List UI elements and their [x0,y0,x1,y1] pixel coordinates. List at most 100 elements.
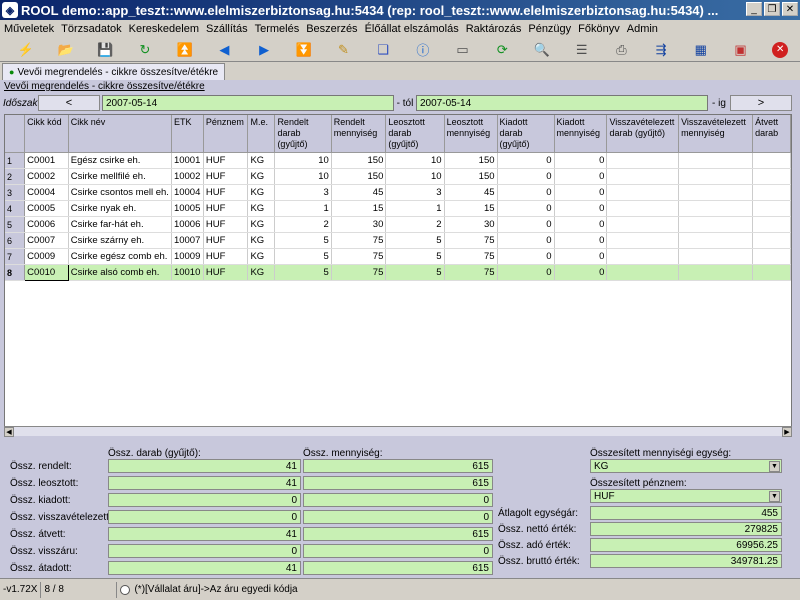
close-window-button[interactable]: ✕ [782,2,798,16]
table-cell[interactable]: C0009 [24,248,69,265]
save-icon[interactable]: 💾 [85,39,125,61]
table-cell[interactable]: 75 [444,248,498,265]
table-cell[interactable]: KG [247,216,276,233]
first-icon[interactable]: ⏫ [165,39,205,61]
table-cell[interactable]: HUF [203,232,249,249]
table-cell[interactable]: C0007 [24,232,69,249]
table-cell[interactable]: 5 [274,232,332,249]
column-header[interactable]: Leosztott darab (gyűjtő) [385,115,445,153]
table-cell[interactable] [606,168,680,185]
table-cell[interactable]: C0005 [24,200,69,217]
column-header[interactable]: M.e. [247,115,276,153]
table-cell[interactable] [606,200,680,217]
scroll-left-icon[interactable]: ◀ [4,427,14,437]
table-cell[interactable]: Csirke alsó comb eh. [68,264,172,281]
date-to-field[interactable]: 2007-05-14 [416,95,708,111]
table-cell[interactable]: 5 [274,264,332,281]
table-cell[interactable]: 75 [444,232,498,249]
menu-item[interactable]: Élőállat elszámolás [365,23,459,35]
list-icon[interactable]: ☰ [562,39,602,61]
menu-item[interactable]: Termelés [255,23,300,35]
table-cell[interactable]: 0 [497,184,555,201]
table-cell[interactable]: 30 [331,216,387,233]
edit-icon[interactable]: ✎ [324,39,364,61]
table-cell[interactable]: 10 [385,168,445,185]
table-cell[interactable]: HUF [203,168,249,185]
table-cell[interactable]: 0 [554,248,608,265]
table-row[interactable]: 4 C0005 Csirke nyak eh. 10005 HUF KG 1 15 1 15 0 0 [5,200,791,217]
table-cell[interactable]: HUF [203,264,249,281]
column-header[interactable]: Kiadott mennyiség [554,115,608,153]
column-header[interactable]: Rendelt darab (gyűjtő) [274,115,332,153]
table-cell[interactable]: 45 [331,184,387,201]
chevron-down-icon[interactable]: ▼ [769,491,780,502]
table-cell[interactable]: 1 [274,200,332,217]
table-cell[interactable]: Csirke szárny eh. [68,232,172,249]
menu-item[interactable]: Szállítás [206,23,248,35]
table-cell[interactable]: Csirke csontos mell eh. [68,184,172,201]
column-header[interactable]: Rendelt mennyiség [331,115,387,153]
table-cell[interactable]: 15 [331,200,387,217]
horizontal-scrollbar[interactable]: ◀ ▶ [4,426,792,437]
column-header[interactable]: Cikk kód [24,115,69,153]
close-icon[interactable]: ✕ [760,39,800,61]
menu-item[interactable]: Raktározás [466,23,522,35]
table-cell[interactable] [678,168,754,185]
table-cell[interactable]: 0 [497,168,555,185]
table-cell[interactable]: 1 [385,200,445,217]
table-row[interactable]: 5 C0006 Csirke far-hát eh. 10006 HUF KG 2 30 2 30… [5,216,791,233]
table-cell[interactable]: 0 [554,200,608,217]
table-row[interactable]: 3 C0004 Csirke csontos mell eh. 10004 HUF KG 3… [5,184,791,201]
table-cell[interactable]: 10002 [171,168,204,185]
table-cell[interactable]: HUF [203,184,249,201]
table-cell[interactable]: 10 [385,152,445,169]
table-cell[interactable]: 0 [554,152,608,169]
sync-icon[interactable]: ⟳ [482,39,522,61]
grid-icon[interactable]: ▦ [681,39,721,61]
menu-item[interactable]: Beszerzés [306,23,357,35]
table-cell[interactable]: 2 [274,216,332,233]
table-cell[interactable]: 0 [554,264,608,281]
table-cell[interactable] [678,216,754,233]
next-icon[interactable]: ▶ [244,39,284,61]
copy-icon[interactable]: ❑ [363,39,403,61]
table-cell[interactable]: 30 [444,216,498,233]
table-cell[interactable]: 5 [274,248,332,265]
table-cell[interactable] [678,200,754,217]
table-cell[interactable]: 10001 [171,152,204,169]
info-icon[interactable]: ⓘ [403,39,443,61]
menu-item[interactable]: Törzsadatok [61,23,122,35]
table-cell[interactable]: 10010 [171,264,204,281]
column-header[interactable]: Visszavételezett darab (gyűjtő) [606,115,680,153]
tab-order-summary[interactable]: ● Vevői megrendelés - cikkre összesítve/… [2,63,226,80]
table-cell[interactable]: KG [247,264,276,281]
table-cell[interactable]: Csirke far-hát eh. [68,216,172,233]
table-cell[interactable]: C0001 [24,152,69,169]
table-cell[interactable]: 10004 [171,184,204,201]
table-cell[interactable]: 0 [497,216,555,233]
column-header[interactable]: Átvett darab [752,115,791,153]
table-cell[interactable]: KG [247,200,276,217]
table-cell[interactable]: 0 [497,232,555,249]
table-cell[interactable]: KG [247,152,276,169]
column-header[interactable]: ETK [171,115,204,153]
lightning-icon[interactable]: ⚡ [6,39,46,61]
breadcrumb[interactable]: Vevői megrendelés - cikkre összesítve/ét… [4,81,205,92]
table-cell[interactable]: Csirke nyak eh. [68,200,172,217]
menu-item[interactable]: Admin [627,23,658,35]
table-cell[interactable]: 75 [444,264,498,281]
scroll-right-icon[interactable]: ▶ [782,427,792,437]
table-cell[interactable] [678,248,754,265]
menu-item[interactable]: Műveletek [4,23,54,35]
table-cell[interactable]: 10006 [171,216,204,233]
open-icon[interactable]: 📂 [46,39,86,61]
menu-item[interactable]: Kereskedelem [129,23,199,35]
table-cell[interactable] [606,152,680,169]
table-cell[interactable]: 150 [331,168,387,185]
date-from-field[interactable]: 2007-05-14 [102,95,394,111]
table-cell[interactable]: 10009 [171,248,204,265]
table-cell[interactable]: HUF [203,152,249,169]
table-cell[interactable]: 0 [497,248,555,265]
column-header[interactable]: Leosztott mennyiség [444,115,498,153]
table-cell[interactable]: 10007 [171,232,204,249]
